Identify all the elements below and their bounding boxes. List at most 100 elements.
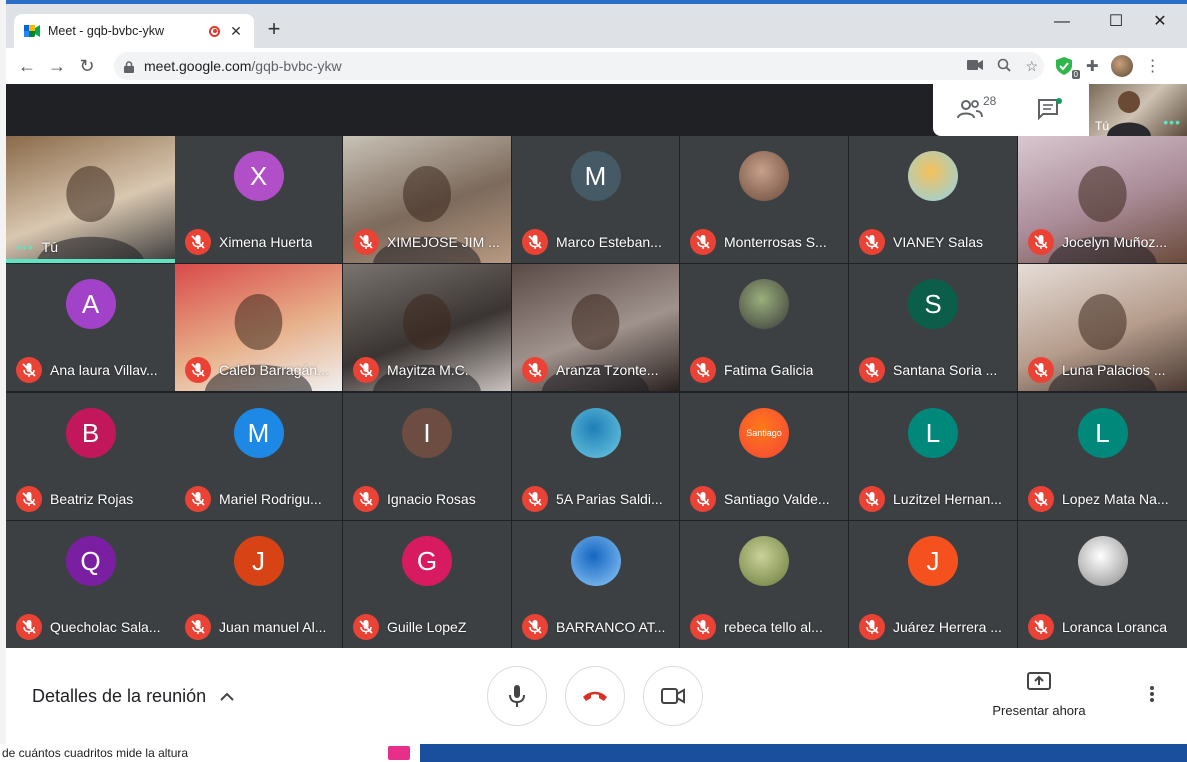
muted-mic-icon	[353, 614, 379, 640]
participant-tile[interactable]: Mayitza M.C.	[343, 264, 511, 391]
present-now-button[interactable]: Presentar ahora	[984, 672, 1094, 718]
chrome-menu-icon[interactable]: ⋮	[1145, 56, 1161, 76]
participant-tile[interactable]: Monterrosas S...	[680, 136, 848, 263]
participant-tile[interactable]: Jocelyn Muñoz...	[1018, 136, 1187, 263]
meet-stage: 28 Tú ••• ••• Tú X Ximena Huerta XIMEJOSE	[6, 84, 1187, 648]
participant-tile[interactable]: I Ignacio Rosas	[343, 393, 511, 520]
participant-tile[interactable]: X Ximena Huerta	[175, 136, 342, 263]
camera-button[interactable]	[643, 666, 703, 726]
participant-tile[interactable]: S Santana Soria ...	[849, 264, 1017, 391]
self-preview-label: Tú	[1095, 119, 1110, 133]
zoom-icon[interactable]	[997, 58, 1012, 75]
minimize-button[interactable]: —	[1042, 10, 1082, 34]
self-more-options-icon[interactable]: •••	[16, 239, 34, 255]
participant-name: Tú	[41, 239, 59, 255]
address-bar[interactable]: meet.google.com/gqb-bvbc-ykw ☆	[114, 52, 1044, 80]
participant-label: VIANEY Salas	[859, 229, 1011, 255]
participant-tile[interactable]: Loranca Loranca	[1018, 521, 1187, 648]
participant-tile[interactable]: B Beatriz Rojas	[6, 393, 175, 520]
browser-toolbar: ← → ↻ meet.google.com/gqb-bvbc-ykw ☆ 0 ✚…	[6, 48, 1187, 84]
participant-tile[interactable]: BARRANCO AT...	[512, 521, 679, 648]
close-tab-icon[interactable]: ✕	[228, 23, 244, 40]
participant-tile[interactable]: 5A Parias Saldi...	[512, 393, 679, 520]
participant-name: Quecholac Sala...	[50, 619, 161, 635]
muted-mic-icon	[1028, 357, 1054, 383]
participant-tile[interactable]: J Juárez Herrera ...	[849, 521, 1017, 648]
participant-avatar	[570, 536, 621, 586]
participant-label: Caleb Barragán...	[185, 357, 336, 383]
shield-extension-icon[interactable]: 0	[1056, 57, 1080, 79]
recording-indicator-icon	[209, 25, 220, 37]
muted-mic-icon	[859, 357, 885, 383]
participant-tile[interactable]: Caleb Barragán...	[175, 264, 342, 391]
muted-mic-icon	[1028, 229, 1054, 255]
participant-avatar	[739, 151, 789, 201]
participant-tile[interactable]: M Marco Esteban...	[512, 136, 679, 263]
participant-label: ••• Tú	[16, 239, 169, 255]
new-tab-button[interactable]: +	[262, 16, 286, 42]
participant-name: Ignacio Rosas	[387, 491, 476, 507]
reload-button[interactable]: ↻	[72, 51, 102, 81]
bookmark-star-icon[interactable]: ☆	[1025, 58, 1038, 75]
participant-tile[interactable]: A Ana laura Villav...	[6, 264, 175, 391]
participant-tile[interactable]: G Guille LopeZ	[343, 521, 511, 648]
participant-name: 5A Parias Saldi...	[556, 491, 663, 507]
participant-tile[interactable]: L Lopez Mata Na...	[1018, 393, 1187, 520]
leave-call-button[interactable]	[565, 666, 625, 726]
participant-name: Juan manuel Al...	[219, 619, 327, 635]
participant-label: Santiago Valde...	[690, 486, 842, 512]
back-button[interactable]: ←	[12, 51, 42, 81]
microphone-button[interactable]	[487, 666, 547, 726]
pink-app-icon	[388, 746, 410, 760]
participant-tile[interactable]: VIANEY Salas	[849, 136, 1017, 263]
more-options-button[interactable]	[1146, 684, 1158, 708]
people-count: 28	[983, 94, 997, 108]
participant-tile[interactable]: J Juan manuel Al...	[175, 521, 342, 648]
close-window-button[interactable]: ✕	[1140, 10, 1180, 34]
participant-tile[interactable]: rebeca tello al...	[680, 521, 848, 648]
profile-avatar[interactable]	[1110, 55, 1133, 77]
participant-name: Fatima Galicia	[724, 362, 814, 378]
participant-label: Ana laura Villav...	[16, 357, 169, 383]
participant-tile[interactable]: Aranza Tzonte...	[512, 264, 679, 391]
participant-label: Ignacio Rosas	[353, 486, 505, 512]
forward-button[interactable]: →	[42, 51, 72, 81]
participant-tile[interactable]: Luna Palacios ...	[1018, 264, 1187, 391]
participant-label: Aranza Tzonte...	[522, 357, 673, 383]
hang-up-icon	[583, 691, 607, 701]
present-screen-icon	[1027, 672, 1051, 690]
video-camera-icon	[661, 688, 685, 704]
participant-tile[interactable]: XIMEJOSE JIM ...	[343, 136, 511, 263]
participant-tile[interactable]: ••• Tú	[6, 136, 175, 263]
participant-name: Loranca Loranca	[1062, 619, 1168, 635]
muted-mic-icon	[690, 229, 716, 255]
url-path: /gqb-bvbc-ykw	[251, 58, 342, 74]
browser-tab[interactable]: Meet - gqb-bvbc-ykw ✕	[14, 14, 254, 48]
self-preview-more-icon[interactable]: •••	[1163, 114, 1181, 130]
participant-avatar: J	[908, 536, 958, 586]
participant-tile[interactable]: Santiago Santiago Valde...	[680, 393, 848, 520]
participant-tile[interactable]: Fatima Galicia	[680, 264, 848, 391]
puzzle-extensions-icon[interactable]: ✚	[1086, 57, 1099, 75]
lock-icon	[124, 60, 134, 73]
people-button[interactable]: 28	[933, 84, 1009, 136]
participant-tile[interactable]: Q Quecholac Sala...	[6, 521, 175, 648]
participant-label: Marco Esteban...	[522, 229, 673, 255]
participant-label: Loranca Loranca	[1028, 614, 1181, 640]
participant-tile[interactable]: L Luzitzel Hernan...	[849, 393, 1017, 520]
participant-avatar	[908, 151, 958, 201]
participant-name: Jocelyn Muñoz...	[1062, 234, 1168, 250]
self-preview-thumbnail[interactable]: Tú •••	[1089, 84, 1187, 136]
muted-mic-icon	[1028, 486, 1054, 512]
participant-avatar: L	[908, 408, 958, 458]
participant-tile[interactable]: M Mariel Rodrigu...	[175, 393, 342, 520]
chat-button[interactable]	[1009, 84, 1089, 136]
participant-avatar	[739, 279, 789, 329]
participant-avatar: G	[402, 536, 452, 586]
tab-title: Meet - gqb-bvbc-ykw	[48, 24, 165, 38]
background-document-text: de cuántos cuadritos mide la altura	[2, 746, 189, 760]
meeting-details-button[interactable]: Detalles de la reunión	[32, 686, 234, 707]
muted-mic-icon	[859, 614, 885, 640]
maximize-button[interactable]: ☐	[1096, 10, 1136, 34]
camera-permission-icon[interactable]	[967, 58, 984, 74]
